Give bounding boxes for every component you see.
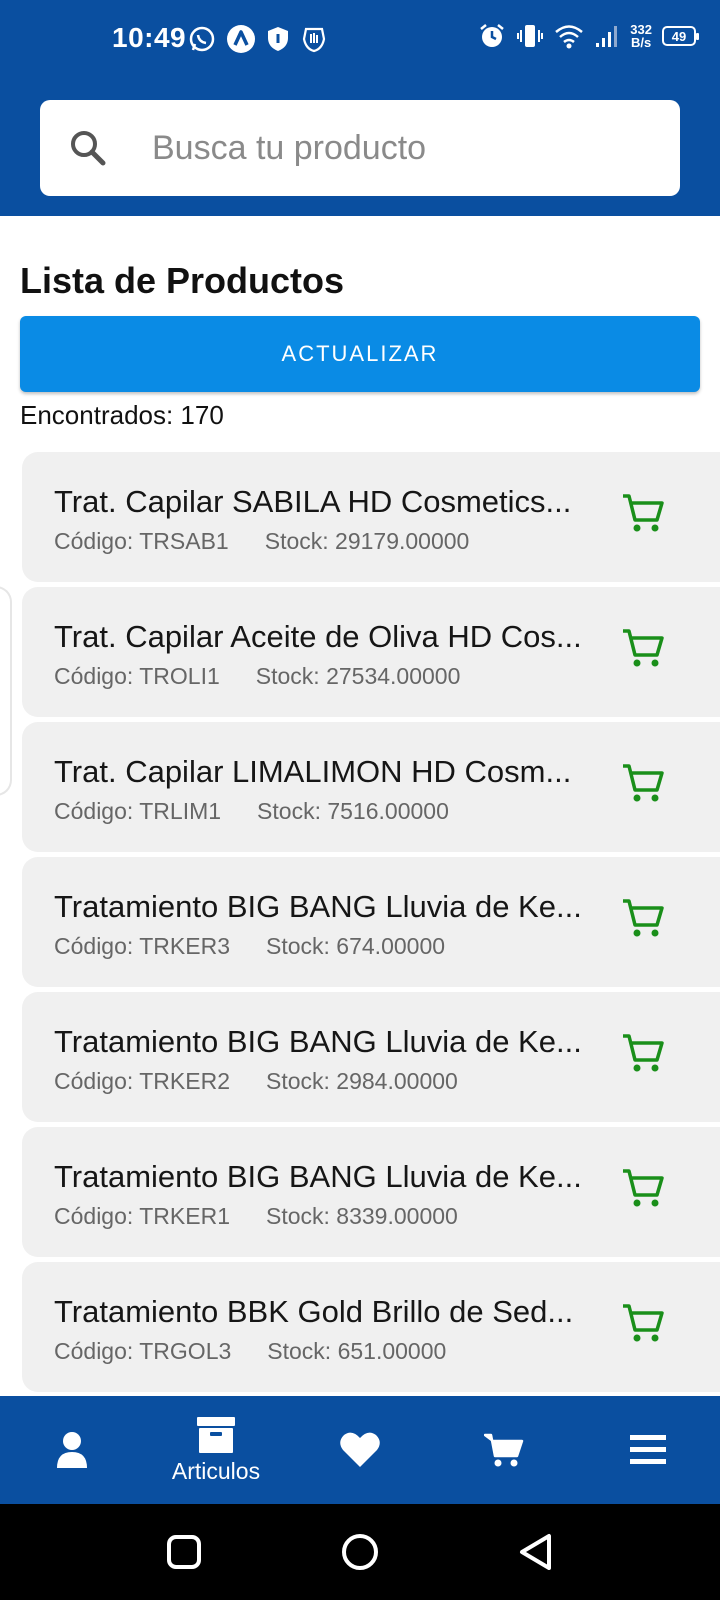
search-input[interactable] — [152, 118, 652, 178]
product-meta: Código: TRSAB1 Stock: 29179.00000 — [54, 528, 469, 555]
battery-icon: 49 — [662, 26, 699, 46]
add-to-cart-icon[interactable] — [620, 895, 666, 941]
product-stock: Stock: 2984.00000 — [266, 1068, 458, 1094]
page-title: Lista de Productos — [20, 260, 345, 301]
product-stock: Stock: 651.00000 — [267, 1338, 447, 1364]
home-icon[interactable] — [340, 1532, 380, 1572]
product-code: Código: TRSAB1 — [54, 528, 229, 554]
product-name: Tratamiento BIG BANG Lluvia de Ke... — [54, 889, 582, 924]
search-bar[interactable] — [40, 100, 680, 196]
product-name: Tratamiento BIG BANG Lluvia de Ke... — [54, 1159, 582, 1194]
product-code: Código: TRKER2 — [54, 1068, 230, 1094]
archive-box-icon — [197, 1416, 235, 1453]
product-item[interactable]: Trat. Capilar LIMALIMON HD Cosm... Códig… — [22, 722, 720, 852]
nav-item-articulos[interactable]: Articulos — [156, 1396, 276, 1504]
nav-item-cart[interactable] — [454, 1396, 554, 1504]
product-meta: Código: TRKER2 Stock: 2984.00000 — [54, 1068, 458, 1095]
whatsapp-icon — [189, 26, 215, 52]
status-notification-icons — [188, 24, 328, 54]
heart-icon — [340, 1432, 380, 1467]
add-to-cart-icon[interactable] — [620, 1030, 666, 1076]
product-meta: Código: TRGOL3 Stock: 651.00000 — [54, 1338, 446, 1365]
cart-icon — [484, 1433, 524, 1467]
product-meta: Código: TRKER1 Stock: 8339.00000 — [54, 1203, 458, 1230]
refresh-button[interactable]: ACTUALIZAR — [20, 316, 700, 392]
product-item[interactable]: Tratamiento BIG BANG Lluvia de Ke... Cód… — [22, 857, 720, 987]
add-to-cart-icon[interactable] — [620, 625, 666, 671]
results-count: Encontrados: 170 — [20, 400, 224, 430]
product-stock: Stock: 27534.00000 — [255, 663, 461, 689]
status-bar: 10:49 332 B/s 49 — [0, 0, 720, 80]
product-meta: Código: TRLIM1 Stock: 7516.00000 — [54, 798, 449, 825]
app-header: 10:49 332 B/s 49 — [0, 0, 720, 216]
menu-icon — [630, 1435, 666, 1464]
hand-shield-icon — [302, 27, 326, 53]
product-code: Código: TROLI1 — [54, 663, 220, 689]
network-speed: 332 B/s — [630, 22, 652, 50]
product-name: Tratamiento BIG BANG Lluvia de Ke... — [54, 1024, 582, 1059]
bottom-navigation: Articulos — [0, 1396, 720, 1504]
back-icon[interactable] — [516, 1532, 556, 1572]
add-to-cart-icon[interactable] — [620, 1300, 666, 1346]
product-stock: Stock: 7516.00000 — [257, 798, 449, 824]
nav-item-favorites[interactable] — [310, 1396, 410, 1504]
product-item[interactable]: Trat. Capilar SABILA HD Cosmetics... Cód… — [22, 452, 720, 582]
status-system-icons: 332 B/s 49 — [478, 22, 699, 50]
person-icon — [57, 1432, 87, 1468]
product-item[interactable]: Tratamiento BBK Gold Brillo de Sed... Có… — [22, 1262, 720, 1392]
product-name: Trat. Capilar SABILA HD Cosmetics... — [54, 484, 572, 519]
add-to-cart-icon[interactable] — [620, 1165, 666, 1211]
vibrate-icon — [517, 25, 544, 47]
add-to-cart-icon[interactable] — [620, 760, 666, 806]
product-name: Trat. Capilar Aceite de Oliva HD Cos... — [54, 619, 582, 654]
product-list: Trat. Capilar SABILA HD Cosmetics... Cód… — [22, 452, 720, 1397]
add-to-cart-icon[interactable] — [620, 490, 666, 536]
product-item[interactable]: Tratamiento BIG BANG Lluvia de Ke... Cód… — [22, 992, 720, 1122]
product-code: Código: TRKER3 — [54, 933, 230, 959]
product-name: Trat. Capilar LIMALIMON HD Cosm... — [54, 754, 572, 789]
nav-item-profile[interactable] — [22, 1396, 122, 1504]
product-stock: Stock: 29179.00000 — [264, 528, 470, 554]
product-item[interactable]: Trat. Capilar Aceite de Oliva HD Cos... … — [22, 587, 720, 717]
product-code: Código: TRLIM1 — [54, 798, 222, 824]
nav-item-menu[interactable] — [598, 1396, 698, 1504]
status-time: 10:49 — [112, 22, 187, 53]
product-stock: Stock: 8339.00000 — [266, 1203, 458, 1229]
product-item[interactable]: Tratamiento BIG BANG Lluvia de Ke... Cód… — [22, 1127, 720, 1257]
product-code: Código: TRKER1 — [54, 1203, 230, 1229]
nav-label-articulos: Articulos — [171, 1457, 261, 1484]
wifi-icon — [555, 25, 584, 49]
side-drawer-handle[interactable] — [0, 586, 12, 796]
product-code: Código: TRGOL3 — [54, 1338, 232, 1364]
search-icon[interactable] — [68, 128, 108, 168]
recents-icon[interactable] — [164, 1532, 204, 1572]
alarm-icon — [480, 24, 505, 47]
product-name: Tratamiento BBK Gold Brillo de Sed... — [54, 1294, 574, 1329]
app-a-icon — [227, 25, 255, 53]
system-navigation-bar — [0, 1504, 720, 1600]
signal-icon — [596, 26, 618, 47]
shield-icon — [268, 27, 288, 51]
product-stock: Stock: 674.00000 — [266, 933, 446, 959]
product-meta: Código: TROLI1 Stock: 27534.00000 — [54, 663, 460, 690]
product-meta: Código: TRKER3 Stock: 674.00000 — [54, 933, 445, 960]
